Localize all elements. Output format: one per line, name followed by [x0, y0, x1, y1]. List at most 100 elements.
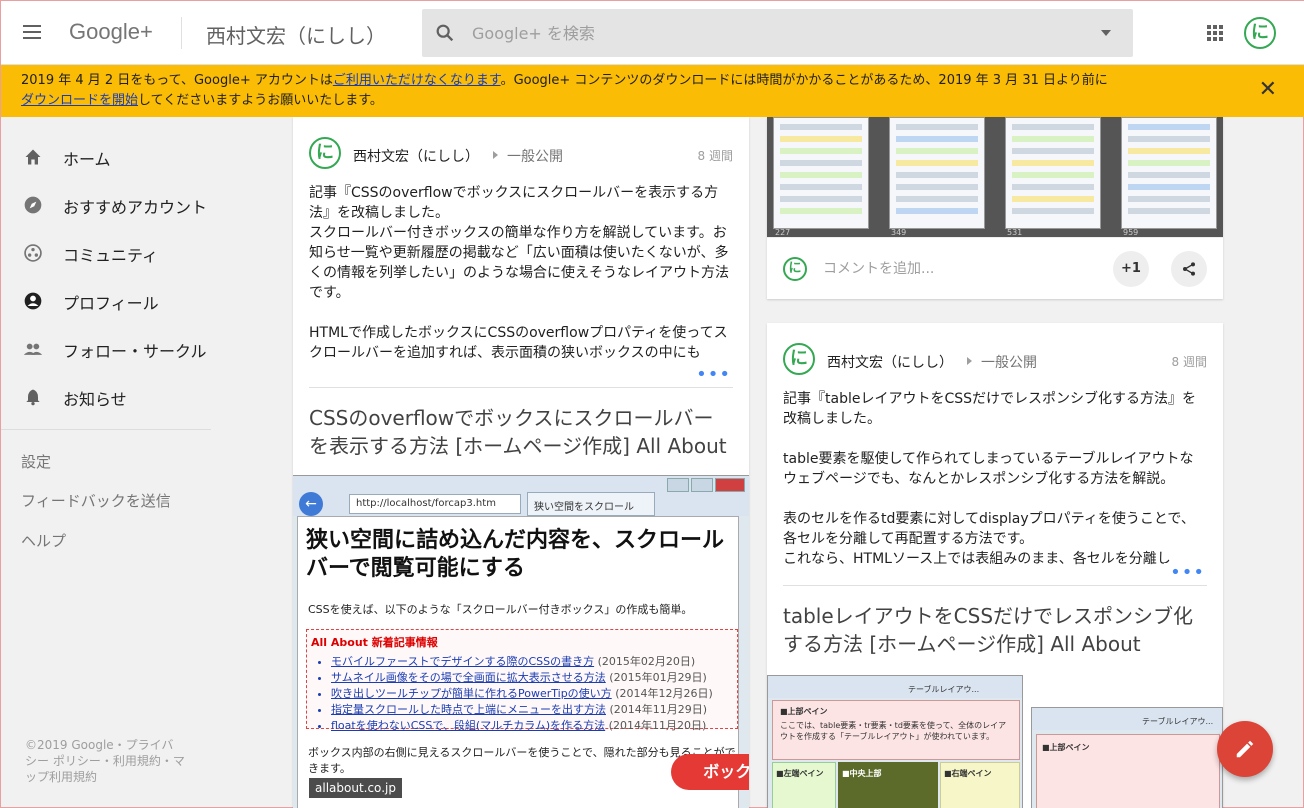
sidebar-item-notifications[interactable]: お知らせ — [1, 373, 211, 421]
profile-icon — [24, 292, 42, 310]
image-source: allabout.co.jp — [309, 778, 402, 798]
compass-icon — [24, 196, 42, 214]
article-list: モバイルファーストでデザインする際のCSSの書き方 (2015年02月20日) … — [331, 654, 713, 734]
shutdown-banner: 2019 年 4 月 2 日をもって、Google+ アカウントはご利用いただけ… — [1, 65, 1304, 117]
more-icon[interactable]: ••• — [1164, 563, 1205, 583]
compose-button[interactable] — [1217, 721, 1273, 777]
thumbnail — [773, 117, 869, 229]
sidebar: ホーム おすすめアカウント コミュニティ プロフィール フォロー・サークル お知… — [1, 117, 211, 808]
address-bar: http://localhost/forcap3.htm — [349, 494, 521, 514]
menu-icon[interactable] — [23, 25, 41, 39]
sidebar-item-label: ホーム — [63, 150, 111, 169]
list-item: 指定量スクロールした時点で上端にメニューを出す方法 (2014年11月29日) — [331, 702, 713, 718]
link-title[interactable]: tableレイアウトをCSSだけでレスポンシブ化する方法 [ホームページ作成] … — [767, 586, 1223, 658]
post-author[interactable]: 西村文宏（にしし） — [353, 146, 479, 166]
link-preview-image[interactable]: テーブルレイアウ... ■上部ペイン — [1031, 707, 1223, 808]
search-bar[interactable] — [422, 9, 1133, 57]
banner-link-download[interactable]: ダウンロードを開始 — [21, 93, 138, 108]
post-card: に 西村文宏（にしし） 一般公開 8 週間 記事『tableレイアウトをCSSだ… — [767, 323, 1223, 808]
close-icon[interactable]: ✕ — [1259, 79, 1277, 101]
article-link: 吹き出しツールチップが簡単に作れるPowerTipの使い方 — [331, 687, 612, 700]
thumb-number: 959 — [1123, 228, 1139, 237]
sidebar-item-label: おすすめアカウント — [63, 198, 208, 217]
share-button[interactable] — [1171, 251, 1207, 287]
post-text: これなら、HTMLソース上では表組みのまま、各セルを分離し — [783, 551, 1171, 567]
footer-links[interactable]: ©2019 Google・プライバシー ポリシー・利用規約・マップ利用規約 — [25, 737, 185, 785]
sidebar-item-label: お知らせ — [63, 390, 127, 409]
divider — [181, 17, 182, 49]
thumb-number: 531 — [1007, 228, 1023, 237]
article-date: (2015年02月20日) — [597, 655, 696, 668]
image-heading: 狭い空間に詰め込んだ内容を、スクロールバーで閲覧可能にする — [306, 528, 725, 581]
search-input[interactable] — [472, 19, 1072, 47]
sidebar-item-recommended[interactable]: おすすめアカウント — [1, 181, 211, 229]
bell-icon — [26, 389, 40, 406]
image-pane-label: ■上部ペイン — [780, 707, 828, 716]
post-timestamp[interactable]: 8 週間 — [1172, 353, 1207, 370]
post-text: 表のセルを作るtd要素に対してdisplayプロパティを使うことで、各セルを分離… — [783, 511, 1195, 547]
search-icon — [436, 24, 454, 42]
sidebar-item-label: フォロー・サークル — [63, 342, 207, 361]
apps-icon[interactable] — [1207, 25, 1223, 41]
list-item: サムネイル画像をその場で全画面に拡大表示させる方法 (2015年01月29日) — [331, 670, 713, 686]
avatar[interactable]: に — [1244, 17, 1276, 49]
post-header: に 西村文宏（にしし） 一般公開 8 週間 — [293, 117, 749, 179]
browser-toolbar: ← http://localhost/forcap3.htm 狭い空間をスクロー… — [293, 476, 749, 528]
help-link[interactable]: ヘルプ — [21, 530, 66, 551]
link-preview-image[interactable]: ← http://localhost/forcap3.htm 狭い空間をスクロー… — [293, 475, 749, 808]
avatar: に — [783, 257, 807, 281]
list-item: floatを使わないCSSで、段組(マルチカラム)を作る方法 (2014年11月… — [331, 718, 713, 734]
thumbnail — [1121, 117, 1217, 229]
google-plus-logo[interactable]: Google+ — [69, 19, 153, 45]
post-text: 記事『CSSのoverflowでボックスにスクロールバーを表示する方法』を改稿し… — [309, 185, 719, 221]
pencil-icon — [1236, 740, 1254, 758]
post-visibility[interactable]: 一般公開 — [507, 146, 563, 166]
article-date: (2014年12月26日) — [615, 687, 713, 700]
more-icon[interactable]: ••• — [690, 365, 731, 385]
sidebar-item-label: コミュニティ — [63, 246, 159, 265]
settings-link[interactable]: 設定 — [21, 451, 51, 472]
link-preview-image[interactable]: テーブルレイアウ... ■上部ペイン ここでは、table要素・tr要素・td要… — [767, 675, 1023, 808]
article-link: 指定量スクロールした時点で上端にメニューを出す方法 — [331, 703, 606, 716]
chevron-down-icon[interactable] — [1101, 30, 1111, 36]
sidebar-item-profile[interactable]: プロフィール — [1, 277, 211, 325]
scroll-box: All About 新着記事情報 モバイルファーストでデザインする際のCSSの書… — [306, 629, 738, 732]
box-title: All About 新着記事情報 — [311, 636, 438, 649]
post-card: に 西村文宏（にしし） 一般公開 8 週間 記事『CSSのoverflowでボッ… — [293, 117, 749, 808]
post-visibility[interactable]: 一般公開 — [981, 352, 1037, 372]
thumbnail — [1005, 117, 1101, 229]
comment-input[interactable]: コメントを追加... — [823, 258, 934, 278]
chevron-right-icon — [493, 151, 498, 159]
article-link: モバイルファーストでデザインする際のCSSの書き方 — [331, 655, 595, 668]
image-lead: CSSを使えば、以下のような「スクロールバー付きボックス」の作成も簡単。 — [308, 603, 693, 616]
sidebar-item-follow-circles[interactable]: フォロー・サークル — [1, 325, 211, 373]
browser-tab: 狭い空間をスクロールバ... — [527, 492, 655, 528]
plus-one-button[interactable]: +1 — [1113, 251, 1149, 287]
avatar[interactable]: に — [783, 343, 815, 375]
people-icon — [23, 343, 43, 355]
sidebar-item-label: プロフィール — [63, 294, 159, 313]
post-author[interactable]: 西村文宏（にしし） — [827, 352, 953, 372]
post-body: 記事『CSSのoverflowでボックスにスクロールバーを表示する方法』を改稿し… — [293, 179, 749, 387]
image-strip[interactable]: 227 349 531 959 — [767, 117, 1223, 237]
comment-bar: に コメントを追加... +1 — [767, 237, 1223, 299]
post-text: HTMLで作成したボックスにCSSのoverflowプロパティを使ってスクロール… — [309, 325, 728, 361]
callout-bubble: ボックス内にスクロールバーを出す — [671, 754, 749, 790]
window-buttons — [667, 478, 745, 492]
feedback-link[interactable]: フィードバックを送信 — [21, 490, 171, 511]
avatar[interactable]: に — [309, 137, 341, 169]
list-item: 吹き出しツールチップが簡単に作れるPowerTipの使い方 (2014年12月2… — [331, 686, 713, 702]
browser-tab: テーブルレイアウ... — [1142, 717, 1214, 726]
post-timestamp[interactable]: 8 週間 — [698, 147, 733, 164]
sidebar-item-home[interactable]: ホーム — [1, 133, 211, 181]
sidebar-item-communities[interactable]: コミュニティ — [1, 229, 211, 277]
image-pane-label: ■中央上部 — [842, 769, 882, 778]
link-title[interactable]: CSSのoverflowでボックスにスクロールバーを表示する方法 [ホームページ… — [293, 388, 749, 460]
image-pane-label: ■上部ペイン — [1042, 743, 1090, 752]
thumb-number: 227 — [775, 228, 791, 237]
image-pane-text: ここでは、table要素・tr要素・td要素を使って、全体のレイアウトを作成する… — [780, 721, 1007, 741]
post-body: 記事『tableレイアウトをCSSだけでレスポンシブ化する方法』を改稿しました。… — [767, 385, 1223, 585]
banner-link-unavailable[interactable]: ご利用いただけなくなります — [333, 73, 501, 88]
post-text: 記事『tableレイアウトをCSSだけでレスポンシブ化する方法』を改稿しました。 — [783, 391, 1197, 427]
post-text: table要素を駆使して作られてしまっているテーブルレイアウトなウェブページでも… — [783, 451, 1194, 487]
